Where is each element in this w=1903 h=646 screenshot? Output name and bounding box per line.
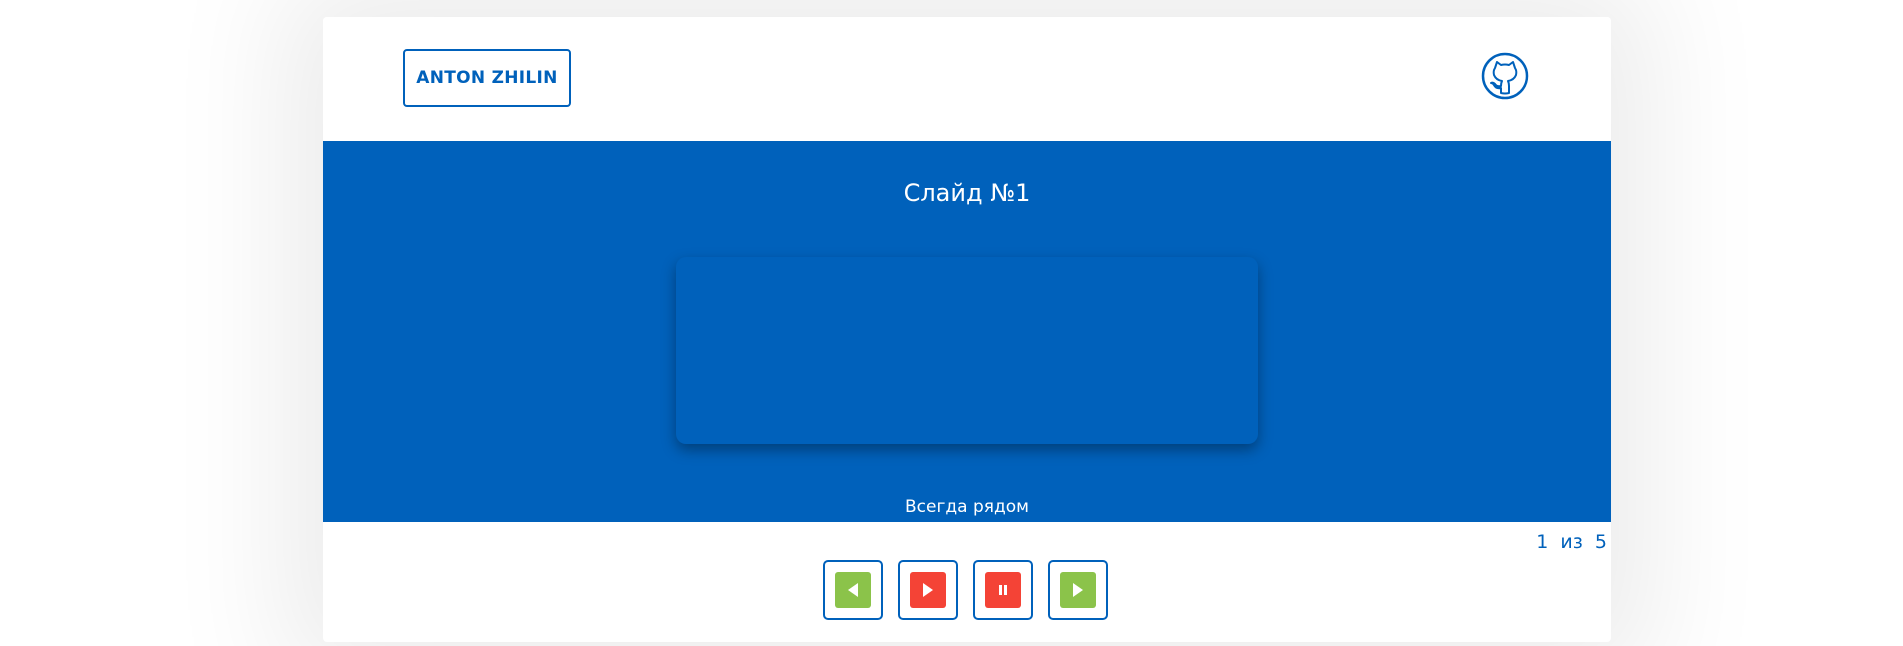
pause-button-fill xyxy=(985,572,1021,608)
slider-card: ANTON ZHILIN Слайд №1 Всегда рядом 1 из … xyxy=(323,17,1611,642)
slide-caption: Всегда рядом xyxy=(905,497,1029,517)
next-button-fill xyxy=(1060,572,1096,608)
github-icon[interactable] xyxy=(1481,52,1529,100)
play-button-fill xyxy=(910,572,946,608)
next-button[interactable] xyxy=(1048,560,1108,620)
counter-separator: из xyxy=(1560,531,1583,553)
logo-button[interactable]: ANTON ZHILIN xyxy=(403,49,571,107)
pause-button[interactable] xyxy=(973,560,1033,620)
slide-title: Слайд №1 xyxy=(903,179,1031,207)
pause-icon xyxy=(999,585,1007,595)
play-button[interactable] xyxy=(898,560,958,620)
slider: Слайд №1 Всегда рядом xyxy=(323,141,1611,522)
triangle-left-icon xyxy=(848,583,858,597)
counter-current: 1 xyxy=(1536,531,1549,553)
triangle-right-icon xyxy=(923,583,933,597)
prev-button-fill xyxy=(835,572,871,608)
slide-image xyxy=(676,257,1258,444)
counter-total: 5 xyxy=(1594,531,1607,553)
header: ANTON ZHILIN xyxy=(323,17,1611,141)
slider-controls xyxy=(823,560,1108,620)
slide-counter: 1 из 5 xyxy=(1536,531,1607,553)
prev-button[interactable] xyxy=(823,560,883,620)
triangle-right-icon xyxy=(1073,583,1083,597)
